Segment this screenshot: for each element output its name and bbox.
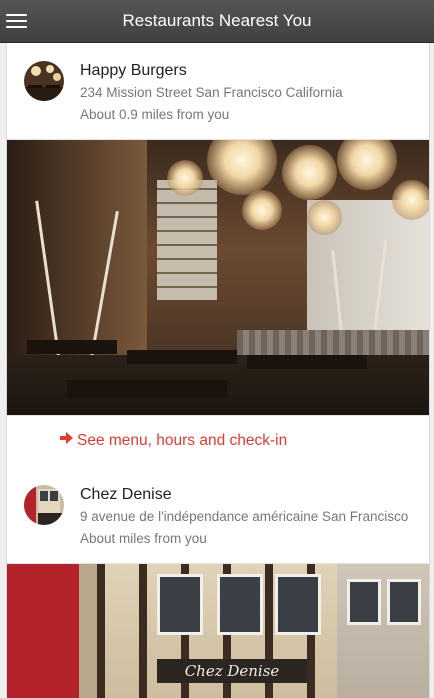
arrow-right-icon	[60, 431, 73, 449]
restaurant-distance: About 0.9 miles from you	[80, 107, 230, 122]
restaurant-photo[interactable]	[7, 140, 429, 415]
restaurant-avatar	[24, 485, 64, 525]
see-menu-link[interactable]: See menu, hours and check-in	[7, 415, 429, 468]
restaurant-card-header[interactable]: Chez Denise 9 avenue de l'indépendance a…	[7, 467, 429, 564]
restaurant-avatar	[24, 61, 64, 101]
app-header: Restaurants Nearest You	[0, 0, 434, 43]
storefront-sign: Chez Denise	[157, 659, 307, 683]
restaurant-name: Chez Denise	[80, 486, 172, 503]
page-title: Restaurants Nearest You	[122, 11, 312, 30]
restaurant-card-header[interactable]: Happy Burgers 234 Mission Street San Fra…	[7, 43, 429, 140]
restaurant-card[interactable]: Happy Burgers 234 Mission Street San Fra…	[6, 43, 430, 468]
see-menu-label: See menu, hours and check-in	[77, 432, 288, 449]
restaurant-distance: About miles from you	[80, 531, 207, 546]
restaurant-photo[interactable]: Chez Denise	[7, 564, 429, 698]
restaurant-address: 9 avenue de l'indépendance américaine Sa…	[80, 509, 409, 524]
restaurant-address: 234 Mission Street San Francisco Califor…	[80, 85, 343, 100]
restaurant-card[interactable]: Chez Denise 9 avenue de l'indépendance a…	[6, 467, 430, 698]
restaurant-name: Happy Burgers	[80, 62, 187, 79]
